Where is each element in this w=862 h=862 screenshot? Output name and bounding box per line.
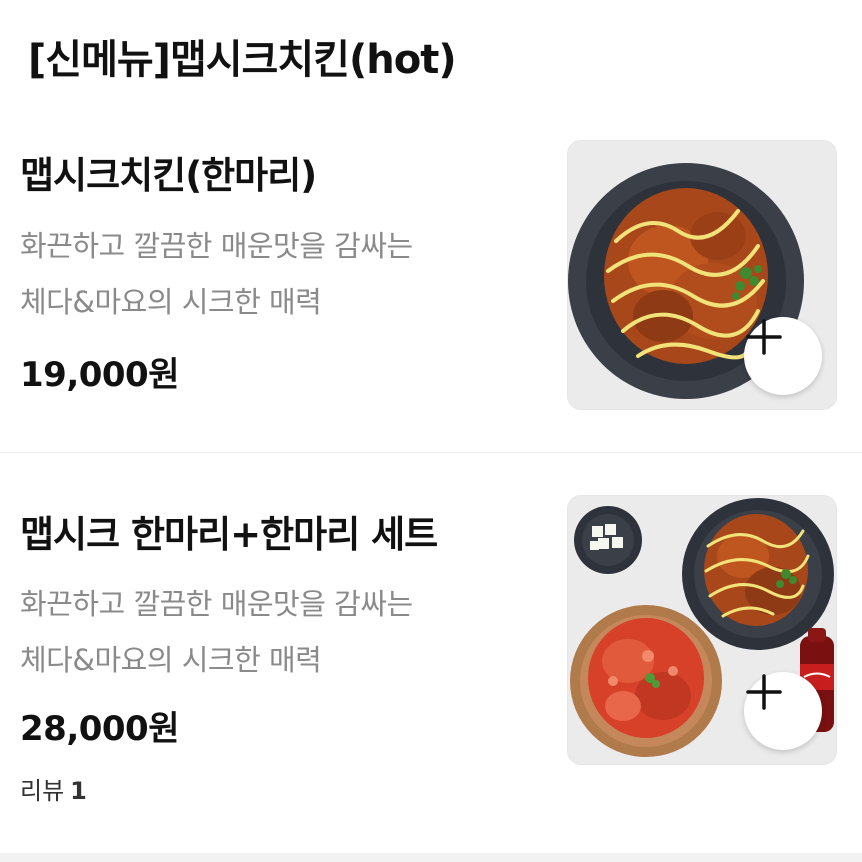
menu-item-description: 화끈하고 깔끔한 매운맛을 감싸는 체다&마요의 시크한 매력 — [20, 218, 540, 330]
description-line: 체다&마요의 시크한 매력 — [20, 285, 322, 319]
bottom-section-divider — [0, 853, 862, 862]
plus-icon — [746, 319, 782, 355]
add-button[interactable] — [744, 672, 822, 750]
description-line: 화끈하고 깔끔한 매운맛을 감싸는 — [20, 587, 413, 621]
menu-item-image[interactable] — [567, 495, 837, 765]
review-label: 리뷰 — [20, 777, 65, 805]
menu-item-name: 맵시크 한마리+한마리 세트 — [20, 513, 438, 556]
plus-icon — [746, 674, 782, 710]
menu-item[interactable]: 맵시크 한마리+한마리 세트 화끈하고 깔끔한 매운맛을 감싸는 체다&마요의 … — [0, 453, 862, 853]
add-button[interactable] — [744, 317, 822, 395]
menu-item-description: 화끈하고 깔끔한 매운맛을 감싸는 체다&마요의 시크한 매력 — [20, 576, 540, 688]
menu-item[interactable]: 맵시크치킨(한마리) 화끈하고 깔끔한 매운맛을 감싸는 체다&마요의 시크한 … — [0, 0, 862, 452]
menu-item-image[interactable] — [567, 140, 837, 410]
review-count[interactable]: 리뷰 1 — [20, 777, 87, 806]
review-number: 1 — [70, 777, 87, 805]
menu-item-price: 19,000원 — [20, 355, 179, 395]
description-line: 체다&마요의 시크한 매력 — [20, 643, 322, 677]
description-line: 화끈하고 깔끔한 매운맛을 감싸는 — [20, 229, 413, 263]
menu-item-price: 28,000원 — [20, 709, 179, 749]
menu-item-name: 맵시크치킨(한마리) — [20, 154, 317, 197]
